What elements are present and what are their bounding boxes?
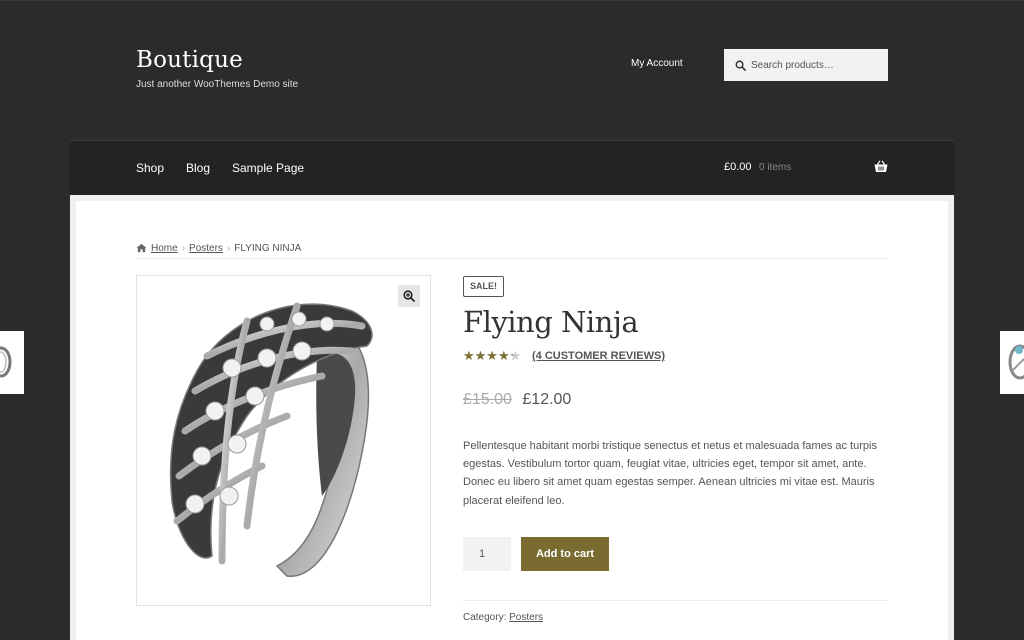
cart-total[interactable]: £0.00	[724, 161, 752, 173]
star-rating: ★★★★★ ★★★★★	[463, 348, 522, 363]
zoom-in-icon	[403, 290, 415, 302]
sale-badge: SALE!	[463, 276, 504, 297]
nav-item-blog[interactable]: Blog	[186, 161, 210, 175]
nav-item-shop[interactable]: Shop	[136, 161, 164, 175]
next-product-thumbnail[interactable]	[1000, 331, 1024, 394]
product-price: £15.00 £12.00	[463, 391, 571, 409]
add-to-cart-button[interactable]: Add to cart	[521, 537, 609, 571]
breadcrumb-home-link[interactable]: Home	[151, 243, 178, 254]
breadcrumb-current: FLYING NINJA	[234, 243, 302, 254]
basket-icon[interactable]	[874, 160, 888, 173]
old-price: £15.00	[463, 391, 512, 408]
home-icon	[136, 243, 147, 253]
site-title[interactable]: Boutique	[136, 47, 243, 73]
ring-image	[169, 302, 373, 577]
cart-count[interactable]: 0 items	[759, 162, 791, 173]
quantity-input[interactable]	[463, 537, 511, 571]
category-label: Category:	[463, 612, 507, 623]
product-meta: Category: Posters	[463, 600, 888, 623]
product-title: Flying Ninja	[463, 305, 639, 339]
my-account-link[interactable]: My Account	[631, 58, 683, 69]
previous-product-thumbnail[interactable]	[0, 331, 24, 394]
search-icon	[735, 60, 746, 71]
site-description: Just another WooThemes Demo site	[136, 79, 299, 90]
breadcrumb: Home › Posters › FLYING NINJA	[136, 243, 888, 259]
product-rating: ★★★★★ ★★★★★ (4 CUSTOMER REVIEWS)	[463, 349, 665, 363]
breadcrumb-separator: ›	[181, 243, 186, 254]
zoom-button[interactable]	[398, 285, 420, 307]
product-description: Pellentesque habitant morbi tristique se…	[463, 440, 877, 507]
sale-price: £12.00	[522, 391, 572, 408]
search-input[interactable]	[751, 59, 881, 71]
nav-item-sample-page[interactable]: Sample Page	[232, 161, 304, 175]
search-box[interactable]	[724, 49, 888, 81]
product-image[interactable]	[136, 275, 431, 606]
category-link[interactable]: Posters	[509, 612, 543, 623]
main-navigation: Shop Blog Sample Page £0.00 0 items	[70, 140, 954, 195]
breadcrumb-separator: ›	[226, 243, 231, 254]
breadcrumb-category-link[interactable]: Posters	[189, 243, 223, 254]
customer-reviews-link[interactable]: (4 CUSTOMER REVIEWS)	[532, 350, 665, 362]
